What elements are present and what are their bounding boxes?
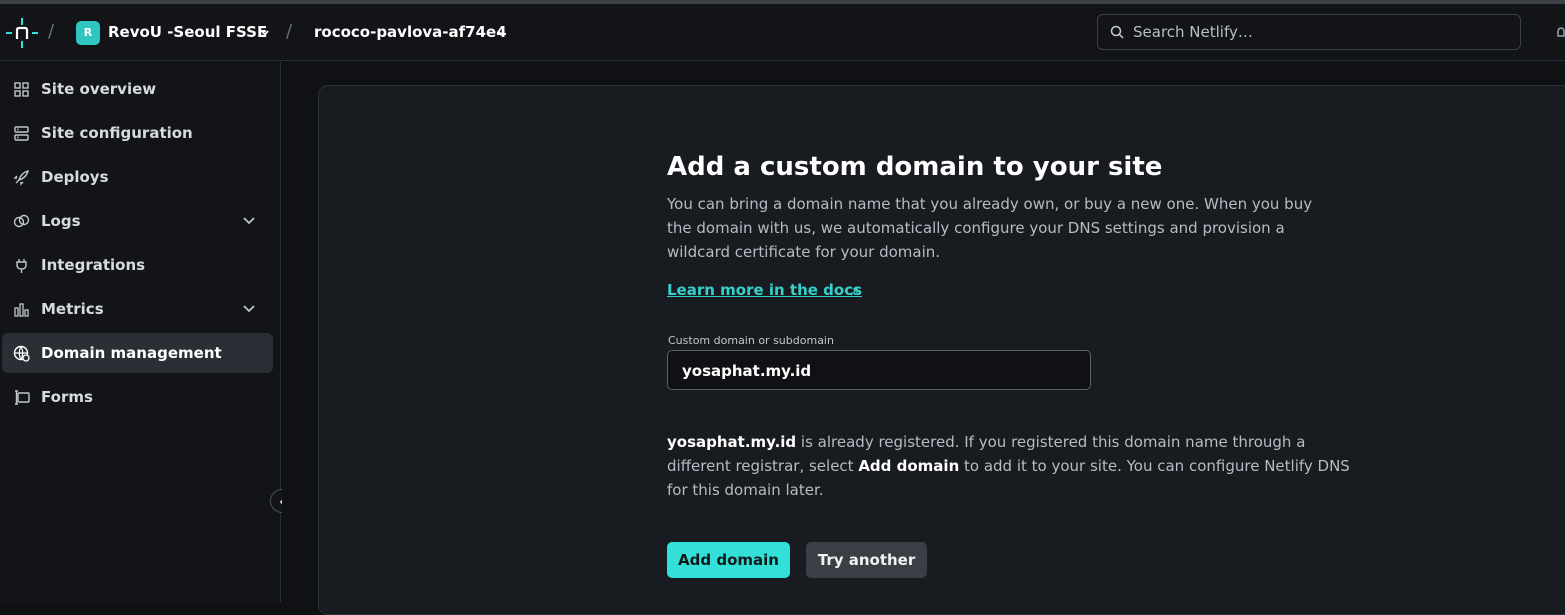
plug-icon [16, 259, 27, 273]
globe-gear-icon [13, 345, 30, 362]
main-content: Add a custom domain to your site You can… [282, 62, 1565, 615]
sidebar-item-label: Site overview [41, 80, 157, 98]
sidebar-item-logs[interactable]: Logs [2, 201, 273, 241]
chevron-down-icon[interactable] [496, 28, 506, 38]
sidebar-item-metrics[interactable]: Metrics [2, 289, 273, 329]
sidebar-item-label: Site configuration [41, 124, 193, 142]
chevron-down-icon [243, 217, 255, 225]
page-title: Add a custom domain to your site [667, 152, 1163, 182]
domain-input[interactable] [682, 360, 1077, 382]
rocket-icon [13, 169, 30, 186]
settings-list-icon [14, 126, 29, 141]
external-link-icon[interactable] [849, 287, 859, 297]
sidebar-item-label: Integrations [41, 256, 146, 274]
sidebar-item-domain-management[interactable]: Domain management [2, 333, 273, 373]
note-domain: yosaphat.my.id [667, 433, 797, 451]
breadcrumb-separator: / [286, 21, 293, 42]
chevron-down-icon[interactable] [260, 28, 270, 38]
add-domain-button[interactable]: Add domain [667, 542, 790, 578]
sidebar-item-site-configuration[interactable]: Site configuration [2, 113, 273, 153]
domain-field-label: Custom domain or subdomain [668, 334, 834, 347]
sidebar-item-label: Domain management [41, 344, 222, 362]
grid-icon [14, 82, 29, 97]
form-icon [15, 390, 30, 405]
learn-more-docs-link[interactable]: Learn more in the docs [667, 281, 862, 299]
chevron-down-icon [243, 305, 255, 313]
sidebar-item-label: Deploys [41, 168, 109, 186]
sidebar-item-label: Logs [41, 212, 81, 230]
note-action: Add domain [858, 457, 960, 475]
sidebar-item-label: Metrics [41, 300, 104, 318]
domain-status-note: yosaphat.my.id is already registered. If… [667, 430, 1357, 502]
breadcrumb-separator: / [48, 21, 55, 42]
search-icon [1110, 25, 1124, 39]
coins-icon [13, 214, 30, 228]
try-another-button[interactable]: Try another [806, 542, 927, 578]
netlify-logo-icon[interactable] [6, 17, 38, 49]
sidebar-item-site-overview[interactable]: Site overview [2, 69, 273, 109]
bar-chart-icon [14, 303, 29, 317]
top-bar: / R RevoU -Seoul FSSE / rococo-pavlova-a… [0, 4, 1565, 61]
page-description: You can bring a domain name that you alr… [667, 195, 1313, 261]
notification-icon[interactable] [1555, 26, 1565, 40]
site-switcher[interactable]: rococo-pavlova-af74e4 [314, 23, 507, 41]
sidebar-item-deploys[interactable]: Deploys [2, 157, 273, 197]
sidebar-item-forms[interactable]: Forms [2, 377, 273, 417]
domain-field[interactable] [667, 350, 1091, 390]
search-box[interactable] [1097, 14, 1521, 50]
search-input[interactable] [1133, 21, 1503, 43]
sidebar: Site overview Site configuration Deploys… [0, 62, 281, 602]
team-avatar[interactable]: R [76, 21, 100, 45]
sidebar-item-integrations[interactable]: Integrations [2, 245, 273, 285]
add-domain-card: Add a custom domain to your site You can… [318, 85, 1565, 615]
team-switcher[interactable]: RevoU -Seoul FSSE [108, 23, 267, 41]
sidebar-item-label: Forms [41, 388, 93, 406]
